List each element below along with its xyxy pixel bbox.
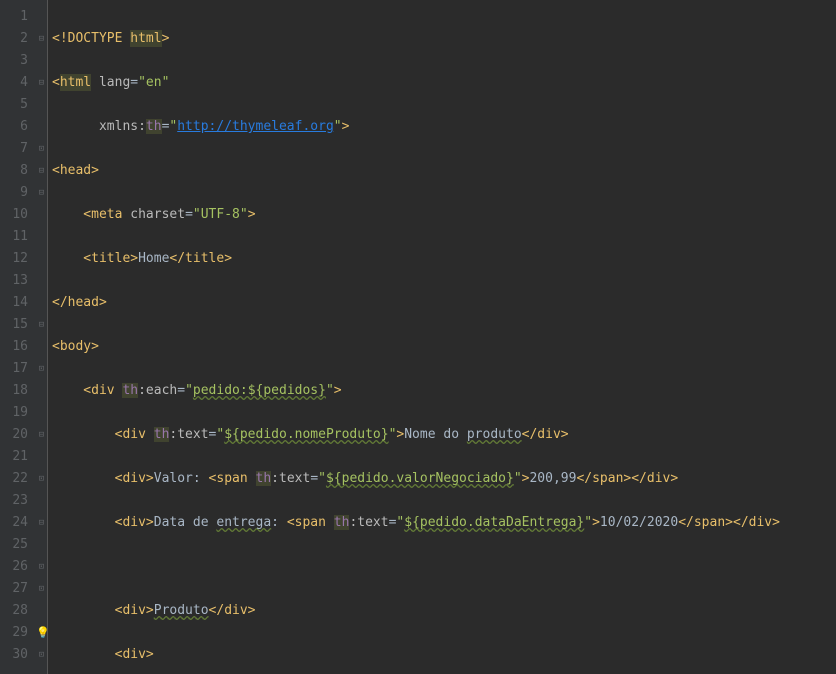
line-number[interactable]: 26 [0, 556, 28, 578]
code-line: <!DOCTYPE html> [52, 28, 836, 50]
line-number[interactable]: 29 [0, 622, 28, 644]
fold-marker[interactable]: ⊡ [36, 578, 47, 600]
line-number[interactable]: 19 [0, 402, 28, 424]
line-number[interactable]: 3 [0, 50, 28, 72]
line-number[interactable]: 9 [0, 182, 28, 204]
line-number[interactable]: 14 [0, 292, 28, 314]
fold-marker[interactable]: ⊡ [36, 138, 47, 160]
code-editor[interactable]: <!DOCTYPE html> <html lang="en" xmlns:th… [48, 0, 836, 674]
line-number[interactable]: 4 [0, 72, 28, 94]
code-line: <div>Data de entrega: <span th:text="${p… [52, 512, 836, 534]
code-line: <div>Valor: <span th:text="${pedido.valo… [52, 468, 836, 490]
line-number[interactable]: 6 [0, 116, 28, 138]
line-number[interactable]: 22 [0, 468, 28, 490]
line-number[interactable]: 25 [0, 534, 28, 556]
line-number[interactable]: 28 [0, 600, 28, 622]
fold-marker[interactable]: ⊡ [36, 358, 47, 380]
code-line: <div th:text="${pedido.nomeProduto}">Nom… [52, 424, 836, 446]
fold-marker[interactable]: ⊟ [36, 182, 47, 204]
line-number[interactable]: 18 [0, 380, 28, 402]
line-number[interactable]: 12 [0, 248, 28, 270]
line-number[interactable]: 15 [0, 314, 28, 336]
line-number[interactable]: 2 [0, 28, 28, 50]
code-line: <div> [52, 644, 836, 666]
line-number[interactable]: 20 [0, 424, 28, 446]
fold-gutter: ⊟ ⊟ ⊡ ⊟ ⊟ ⊟ ⊡ ⊟ ⊡ ⊟ ⊡ ⊡ 💡 ⊡ [36, 0, 48, 674]
line-number[interactable]: 10 [0, 204, 28, 226]
code-line: <meta charset="UTF-8"> [52, 204, 836, 226]
fold-marker[interactable] [36, 600, 47, 622]
code-line: </head> [52, 292, 836, 314]
line-number[interactable]: 16 [0, 336, 28, 358]
fold-marker[interactable] [36, 94, 47, 116]
code-line: <div>Produto</div> [52, 600, 836, 622]
line-number[interactable]: 8 [0, 160, 28, 182]
fold-marker[interactable] [36, 402, 47, 424]
fold-marker[interactable] [36, 380, 47, 402]
fold-marker[interactable] [36, 270, 47, 292]
code-line [52, 556, 836, 578]
line-number[interactable]: 30 [0, 644, 28, 666]
line-number[interactable]: 5 [0, 94, 28, 116]
line-number[interactable]: 17 [0, 358, 28, 380]
code-line: xmlns:th="http://thymeleaf.org"> [52, 116, 836, 138]
fold-marker[interactable]: ⊡ [36, 468, 47, 490]
fold-marker[interactable]: ⊟ [36, 160, 47, 182]
code-line: <body> [52, 336, 836, 358]
intention-bulb-icon[interactable]: 💡 [36, 622, 47, 644]
line-number[interactable]: 11 [0, 226, 28, 248]
fold-marker[interactable] [36, 292, 47, 314]
line-number[interactable]: 21 [0, 446, 28, 468]
line-number-gutter: 1 2 3 4 5 6 7 8 9 10 11 12 13 14 15 16 1… [0, 0, 36, 674]
line-number[interactable]: 24 [0, 512, 28, 534]
fold-marker[interactable] [36, 336, 47, 358]
line-number[interactable]: 7 [0, 138, 28, 160]
line-number[interactable]: 13 [0, 270, 28, 292]
code-line: <title>Home</title> [52, 248, 836, 270]
fold-marker[interactable]: ⊟ [36, 314, 47, 336]
fold-marker[interactable]: ⊡ [36, 556, 47, 578]
fold-marker[interactable] [36, 6, 47, 28]
code-line: <div th:each="pedido:${pedidos}"> [52, 380, 836, 402]
fold-marker[interactable] [36, 534, 47, 556]
fold-marker[interactable]: ⊟ [36, 28, 47, 50]
fold-marker[interactable] [36, 248, 47, 270]
code-line: <html lang="en" [52, 72, 836, 94]
line-number[interactable]: 1 [0, 6, 28, 28]
fold-marker[interactable] [36, 490, 47, 512]
fold-marker[interactable]: ⊟ [36, 512, 47, 534]
fold-marker[interactable] [36, 204, 47, 226]
code-line: <head> [52, 160, 836, 182]
fold-marker[interactable]: ⊟ [36, 72, 47, 94]
line-number[interactable]: 23 [0, 490, 28, 512]
fold-marker[interactable]: ⊟ [36, 424, 47, 446]
line-number[interactable]: 27 [0, 578, 28, 600]
fold-marker[interactable]: ⊡ [36, 644, 47, 666]
fold-marker[interactable] [36, 116, 47, 138]
fold-marker[interactable] [36, 226, 47, 248]
fold-marker[interactable] [36, 50, 47, 72]
fold-marker[interactable] [36, 446, 47, 468]
